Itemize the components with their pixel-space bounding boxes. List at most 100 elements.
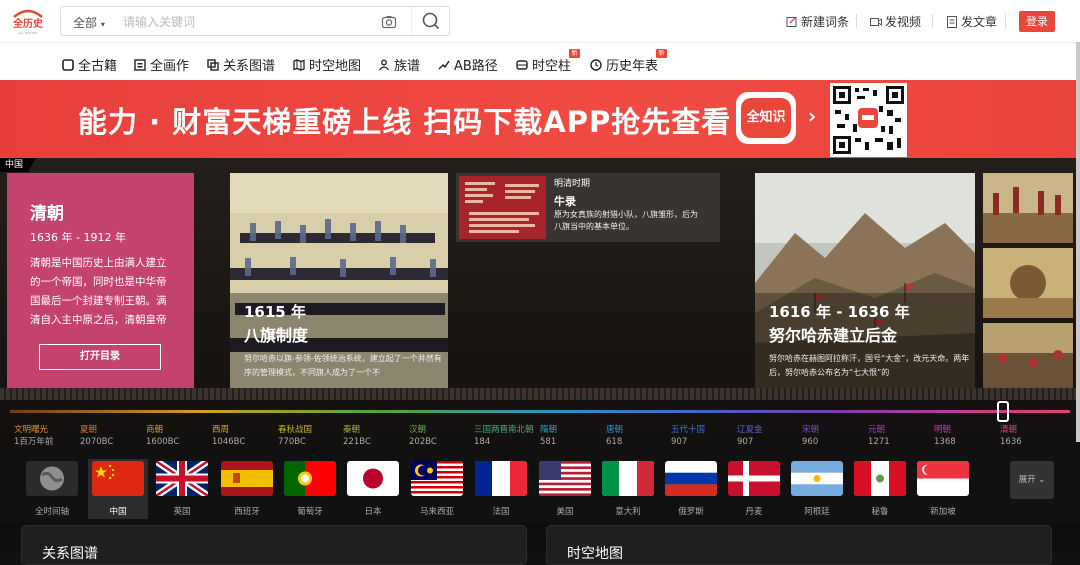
event-card-eight-banners[interactable]: 1615 年 八旗制度 努尔哈赤以旗-参领-佐领统治系统，建立起了一个井然有序的… <box>230 173 448 391</box>
new-entry-link[interactable]: 新建词条 <box>786 13 849 30</box>
era-year: 960 <box>802 437 819 447</box>
camera-icon[interactable] <box>381 14 397 30</box>
era-year: 221BC <box>343 437 371 447</box>
video-icon <box>870 17 882 26</box>
search-button[interactable] <box>411 7 450 35</box>
era-name: 文明曙光 <box>14 425 49 435</box>
nav-item-paintings[interactable]: 全画作 <box>134 55 189 74</box>
country-spain[interactable]: 西班牙 <box>217 459 277 519</box>
country-singapore[interactable]: 新加坡 <box>913 459 973 519</box>
era-item[interactable]: 唐朝 618 <box>606 424 623 448</box>
era-name: 明朝 <box>934 425 952 435</box>
country-japan[interactable]: 日本 <box>343 459 403 519</box>
post-article-label: 发文章 <box>961 15 998 29</box>
era-item[interactable]: 五代十国 907 <box>671 424 705 448</box>
era-item[interactable]: 清朝 1636 <box>1000 424 1022 448</box>
country-uk[interactable]: 英国 <box>152 459 212 519</box>
timeline-bar[interactable] <box>10 410 1070 413</box>
event-thumbnail[interactable] <box>983 248 1073 318</box>
event-thumbnail[interactable] <box>983 173 1073 243</box>
event-card-later-jin[interactable]: 1616 年 - 1636 年 努尔哈赤建立后金 努尔哈赤在赫图阿拉称汗，国号“… <box>755 173 975 391</box>
battle-painting <box>983 173 1073 243</box>
peru-flag <box>854 461 906 496</box>
era-item[interactable]: 元朝 1271 <box>868 424 890 448</box>
era-item[interactable]: 夏朝 2070BC <box>80 424 113 448</box>
era-year: 770BC <box>278 437 306 447</box>
era-year: 907 <box>671 437 688 447</box>
era-year: 1046BC <box>212 437 246 447</box>
era-item[interactable]: 秦朝 221BC <box>343 424 371 448</box>
divider <box>1005 14 1006 28</box>
nav-item-ancient-books[interactable]: 全古籍 <box>62 55 117 74</box>
country-china[interactable]: 中国 <box>88 459 148 519</box>
search-scope-dropdown[interactable]: 全部 ▾ <box>73 14 105 31</box>
nav-item-family-tree[interactable]: 族谱 <box>378 55 420 74</box>
globe-icon <box>26 461 78 496</box>
event-year: 1615 年 <box>244 303 306 321</box>
country-argentina[interactable]: 阿根廷 <box>787 459 847 519</box>
chevron-down-icon: ⌄ <box>1038 475 1046 485</box>
nav-item-ab-path[interactable]: AB路径 <box>438 55 498 74</box>
country-peru[interactable]: 秘鲁 <box>850 459 910 519</box>
nav-item-spacetime-map[interactable]: 时空地图 <box>293 55 361 74</box>
era-item[interactable]: 春秋战国 770BC <box>278 424 312 448</box>
nav-label: 时空地图 <box>309 59 362 74</box>
open-catalog-button[interactable]: 打开目录 <box>39 344 161 370</box>
divider <box>932 14 933 28</box>
era-item[interactable]: 宋朝 960 <box>802 424 819 448</box>
promo-banner[interactable]: 能力 · 财富天梯重磅上线 扫码下载APP抢先查看 全知识 › <box>0 80 1076 158</box>
country-name: 马来西亚 <box>419 507 454 517</box>
post-article-link[interactable]: 发文章 <box>946 13 997 30</box>
search-input[interactable] <box>123 13 363 31</box>
timeline-handle[interactable] <box>997 401 1009 422</box>
country-malaysia[interactable]: 马来西亚 <box>407 459 467 519</box>
nav-item-spacetime-pillar[interactable]: 时空柱新 <box>516 49 581 74</box>
era-name: 隋朝 <box>540 425 558 435</box>
expand-countries-button[interactable]: 展开 ⌄ <box>1010 461 1054 499</box>
spacetime-map-panel[interactable]: 时空地图 <box>546 525 1052 565</box>
post-video-link[interactable]: 发视频 <box>870 13 921 30</box>
country-usa[interactable]: 美国 <box>535 459 595 519</box>
country-name: 英国 <box>173 507 191 517</box>
search-box: 全部 ▾ <box>60 6 450 36</box>
era-item[interactable]: 明朝 1368 <box>934 424 956 448</box>
post-video-label: 发视频 <box>885 15 922 29</box>
country-italy[interactable]: 意大利 <box>598 459 658 519</box>
country-globe[interactable]: 全时间轴 <box>22 459 82 519</box>
nav-item-relations[interactable]: 关系图谱 <box>207 55 275 74</box>
era-item[interactable]: 三国两晋南北朝 184 <box>474 424 534 448</box>
nav-item-history-chronology[interactable]: 历史年表新 <box>590 49 668 74</box>
country-name: 秘鲁 <box>871 507 889 517</box>
period-card[interactable]: 明清时期 牛录 原为女真族的射猎小队，八旗雏形，后为八旗当中的基本单位。 <box>456 173 720 242</box>
france-flag <box>475 461 527 496</box>
map-icon <box>293 58 305 71</box>
dynasty-name: 清朝 <box>30 204 64 224</box>
nav-label: 全画作 <box>150 59 190 74</box>
banner-text: 能力 · 财富天梯重磅上线 扫码下载APP抢先查看 <box>78 105 732 139</box>
era-item[interactable]: 商朝 1600BC <box>146 424 179 448</box>
era-year: 184 <box>474 437 491 447</box>
era-item[interactable]: 文明曙光 1百万年前 <box>14 424 53 448</box>
relation-graph-panel[interactable]: 关系图谱 <box>21 525 527 565</box>
scrollbar[interactable] <box>1076 42 1080 442</box>
divider <box>856 14 857 28</box>
path-icon <box>438 60 450 69</box>
era-item[interactable]: 辽夏金 907 <box>737 424 763 448</box>
country-france[interactable]: 法国 <box>471 459 531 519</box>
site-logo[interactable]: 全历史 ALL HISTORY <box>10 7 46 35</box>
era-item[interactable]: 汉朝 202BC <box>409 424 437 448</box>
era-item[interactable]: 西周 1046BC <box>212 424 245 448</box>
nav-label: AB路径 <box>454 59 498 74</box>
login-button[interactable]: 登录 <box>1019 11 1055 32</box>
event-thumbnail[interactable] <box>983 323 1073 391</box>
family-icon <box>378 59 390 70</box>
country-russia[interactable]: 俄罗斯 <box>661 459 721 519</box>
nav-label: 关系图谱 <box>223 59 276 74</box>
new-entry-label: 新建词条 <box>801 15 850 29</box>
country-denmark[interactable]: 丹麦 <box>724 459 784 519</box>
era-item[interactable]: 隋朝 581 <box>540 424 557 448</box>
era-name: 汉朝 <box>409 425 427 435</box>
panel-title: 关系图谱 <box>42 546 98 562</box>
country-portugal[interactable]: 葡萄牙 <box>280 459 340 519</box>
era-year: 202BC <box>409 437 437 447</box>
